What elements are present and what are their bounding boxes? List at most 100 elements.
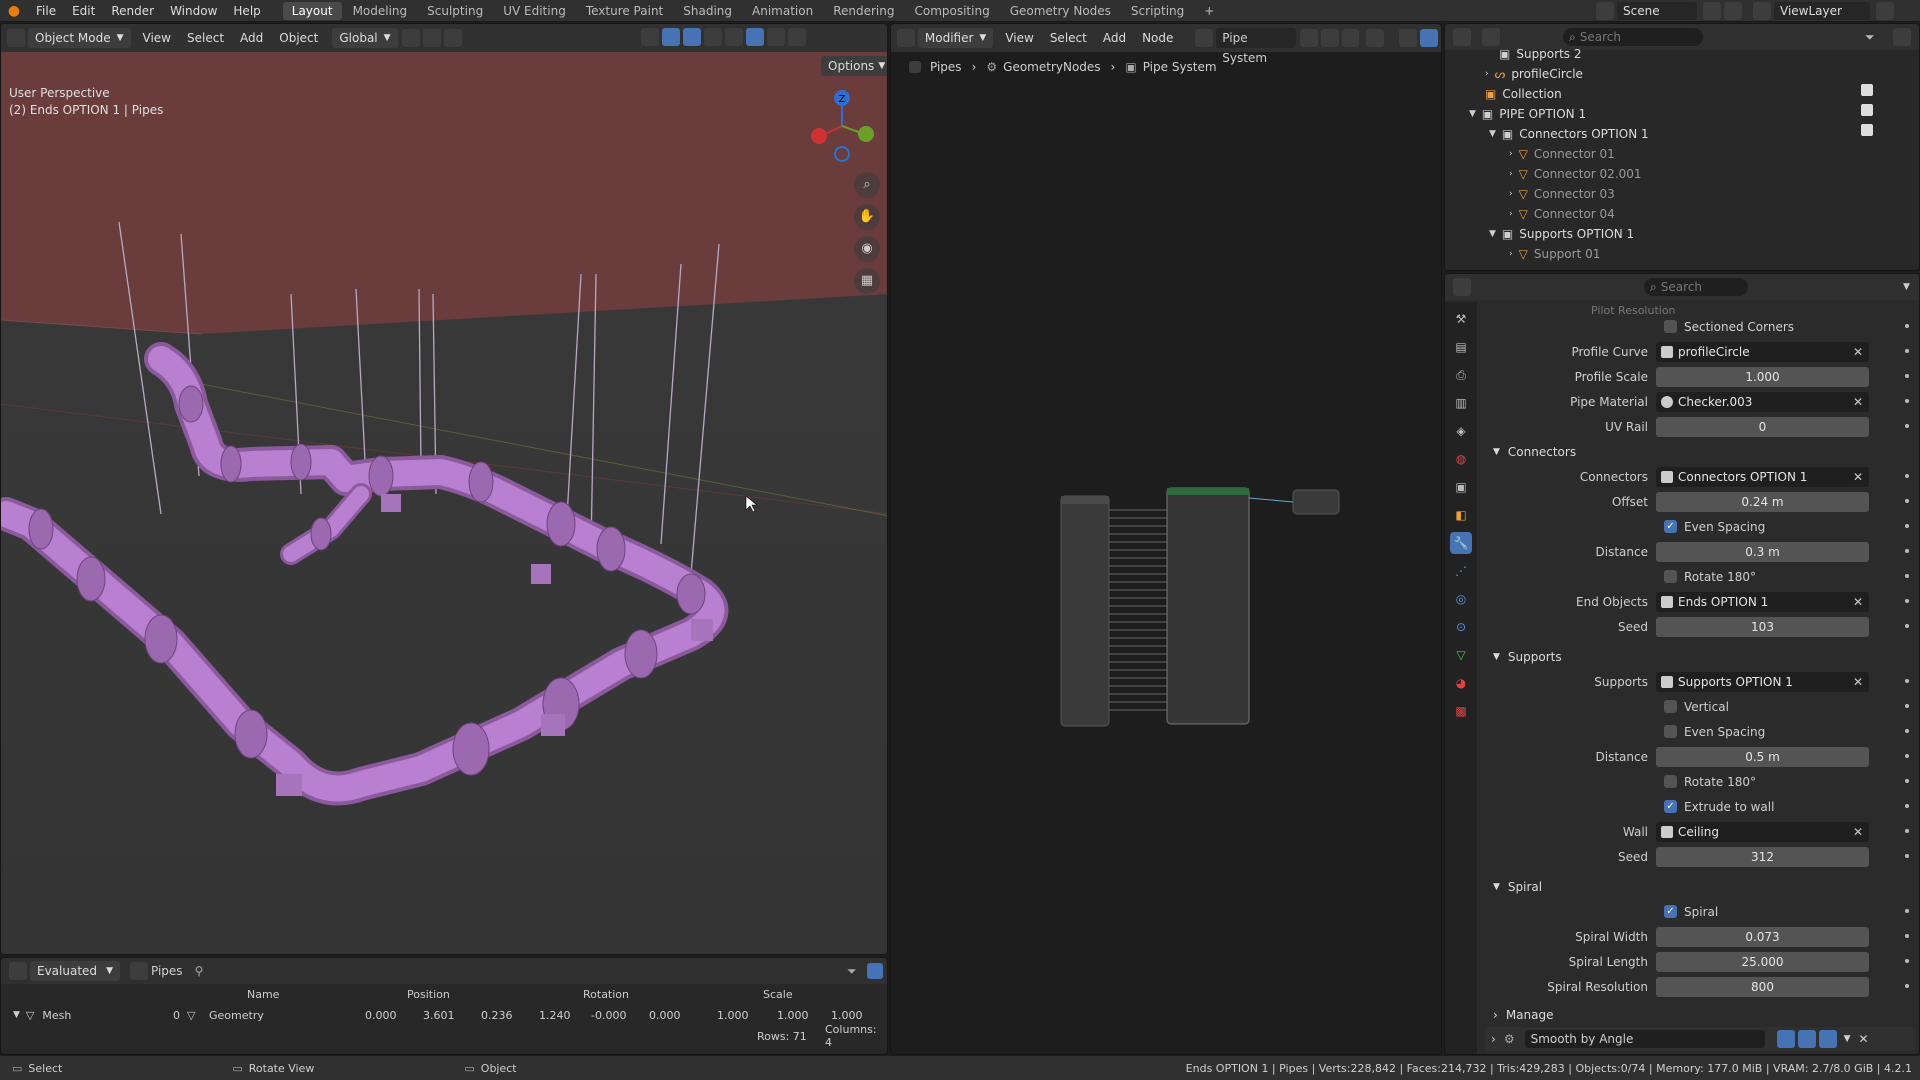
spiral-checkbox[interactable]: ✓ — [1664, 905, 1677, 918]
menu-render[interactable]: Render — [103, 0, 162, 22]
delete-scene-icon[interactable] — [1724, 2, 1742, 20]
edit-mode-icon[interactable] — [1776, 1030, 1795, 1048]
connector-rotate-row[interactable]: Rotate 180° — [1481, 564, 1919, 589]
scene-icon[interactable] — [1596, 2, 1614, 20]
keyframe-dot-icon[interactable] — [1905, 524, 1909, 528]
pivot-icon[interactable] — [401, 29, 420, 47]
editor-type-icon[interactable] — [7, 29, 25, 47]
data-tab-icon[interactable]: ▽ — [1450, 644, 1472, 666]
node-menu-select[interactable]: Select — [1042, 31, 1095, 45]
tree-mesh-label[interactable]: Mesh — [42, 1009, 71, 1022]
new-scene-icon[interactable] — [1703, 2, 1721, 20]
pan-hand-icon[interactable]: ✋ — [854, 204, 880, 230]
tab-rendering[interactable]: Rendering — [824, 2, 903, 20]
spreadsheet-object[interactable]: Pipes — [151, 964, 183, 978]
wireframe-shading-icon[interactable] — [725, 28, 743, 46]
vertical-row[interactable]: Vertical — [1481, 694, 1919, 719]
support-even-spacing-row[interactable]: Even Spacing — [1481, 719, 1919, 744]
keyframe-dot-icon[interactable] — [1905, 754, 1909, 758]
scene-name[interactable]: Scene — [1617, 2, 1697, 20]
tab-texture-paint[interactable]: Texture Paint — [577, 2, 672, 20]
uv-rail-field[interactable]: 0 — [1656, 416, 1869, 437]
close-icon[interactable]: ✕ — [1859, 1032, 1869, 1046]
clear-icon[interactable]: ✕ — [1853, 822, 1863, 842]
spiral-panel-header[interactable]: ▼ Spiral — [1481, 874, 1919, 899]
gizmo-y-axis[interactable] — [858, 126, 874, 142]
node-tree-name[interactable]: Pipe System — [1216, 28, 1296, 65]
supports-panel-header[interactable]: ▼ Supports — [1481, 644, 1919, 669]
sectioned-corners-checkbox[interactable] — [1664, 320, 1677, 333]
tab-scripting[interactable]: Scripting — [1122, 2, 1193, 20]
world-tab-icon[interactable]: ◍ — [1450, 448, 1472, 470]
scene-tab-icon[interactable]: ◈ — [1450, 420, 1472, 442]
outliner-row[interactable]: › ᔕ profileCircle — [1445, 64, 1919, 84]
manage-panel-header[interactable]: › Manage — [1481, 1002, 1919, 1027]
support-distance-field[interactable]: 0.5 m — [1656, 746, 1869, 767]
profile-scale-field[interactable]: 1.000 — [1656, 366, 1869, 387]
spiral-length-field[interactable]: 25.000 — [1656, 951, 1869, 972]
xray-icon[interactable] — [704, 28, 722, 46]
even-spacing-checkbox[interactable]: ✓ — [1664, 520, 1677, 533]
chevron-down-icon[interactable]: ▼ — [1844, 1034, 1851, 1044]
clear-icon[interactable]: ✕ — [1853, 342, 1863, 362]
keyframe-dot-icon[interactable] — [1905, 349, 1909, 353]
keyframe-dot-icon[interactable] — [1905, 729, 1909, 733]
blender-logo-icon[interactable]: ● — [0, 3, 28, 19]
viewport-menu-view[interactable]: View — [135, 31, 179, 45]
breadcrumb-geometry-nodes[interactable]: GeometryNodes — [1003, 60, 1100, 74]
modifier-tab-icon[interactable]: 🔧 — [1450, 532, 1472, 554]
zoom-icon[interactable]: ⌕ — [854, 172, 880, 198]
gizmo-x-axis[interactable] — [811, 128, 827, 144]
keyframe-dot-icon[interactable] — [1905, 959, 1909, 963]
new-view-layer-icon[interactable] — [1876, 2, 1894, 20]
visibility-icon[interactable] — [641, 28, 659, 46]
profile-curve-field[interactable]: profileCircle ✕ — [1656, 341, 1869, 362]
connectors-panel-header[interactable]: ▼ Connectors — [1481, 439, 1919, 464]
spiral-resolution-field[interactable]: 800 — [1656, 976, 1869, 997]
rendered-shading-icon[interactable] — [788, 28, 806, 46]
render-display-icon[interactable] — [1818, 1030, 1837, 1048]
material-shading-icon[interactable] — [767, 28, 785, 46]
node-menu-add[interactable]: Add — [1095, 31, 1134, 45]
checkbox-icon[interactable] — [1861, 124, 1873, 136]
outliner-row[interactable]: › ▽ Support 01 — [1445, 244, 1919, 264]
spiral-width-field[interactable]: 0.073 — [1656, 926, 1869, 947]
constraints-tab-icon[interactable]: ⊙ — [1450, 616, 1472, 638]
parent-tree-icon[interactable] — [1399, 29, 1418, 47]
clear-icon[interactable]: ✕ — [1853, 467, 1863, 487]
physics-tab-icon[interactable]: ◎ — [1450, 588, 1472, 610]
node-tree-icon[interactable] — [1195, 29, 1214, 47]
connector-rotate-checkbox[interactable] — [1664, 570, 1677, 583]
checkbox-icon[interactable] — [1861, 84, 1873, 96]
pin-node-icon[interactable] — [1366, 29, 1385, 47]
outliner-row[interactable]: ▼ ▣ PIPE OPTION 1 — [1445, 104, 1919, 124]
3d-viewport[interactable]: Object Mode ▼ View Select Add Object Glo… — [0, 23, 888, 955]
menu-help[interactable]: Help — [225, 0, 268, 22]
tab-uv-editing[interactable]: UV Editing — [494, 2, 575, 20]
offset-field[interactable]: 0.24 m — [1656, 491, 1869, 512]
connector-distance-field[interactable]: 0.3 m — [1656, 541, 1869, 562]
keyframe-dot-icon[interactable] — [1905, 934, 1909, 938]
fake-user-icon[interactable] — [1299, 29, 1318, 47]
texture-tab-icon[interactable]: ▩ — [1450, 700, 1472, 722]
outliner-row[interactable]: ▼ ▣ Connectors OPTION 1 — [1445, 124, 1919, 144]
keyframe-dot-icon[interactable] — [1905, 804, 1909, 808]
viewport-menu-add[interactable]: Add — [232, 31, 271, 45]
modifier-dropdown[interactable]: Modifier ▼ — [917, 28, 994, 48]
keyframe-dot-icon[interactable] — [1905, 704, 1909, 708]
extrude-row[interactable]: ✓ Extrude to wall — [1481, 794, 1919, 819]
support-rotate-row[interactable]: Rotate 180° — [1481, 769, 1919, 794]
camera-icon[interactable]: ◉ — [854, 236, 880, 262]
viewport-menu-object[interactable]: Object — [271, 31, 326, 45]
connectors-field[interactable]: Connectors OPTION 1 ✕ — [1656, 466, 1869, 487]
keyframe-dot-icon[interactable] — [1905, 854, 1909, 858]
smooth-by-angle-name[interactable]: Smooth by Angle — [1524, 1030, 1765, 1048]
close-icon[interactable] — [1341, 29, 1360, 47]
clear-icon[interactable]: ✕ — [1853, 392, 1863, 412]
tab-compositing[interactable]: Compositing — [905, 2, 998, 20]
keyframe-dot-icon[interactable] — [1905, 424, 1909, 428]
clear-icon[interactable]: ✕ — [1853, 672, 1863, 692]
options-dropdown[interactable]: Options ▼ — [821, 56, 887, 76]
outliner-row[interactable]: ▼ ▣ Supports OPTION 1 — [1445, 224, 1919, 244]
properties-search[interactable]: ⌕ Search — [1644, 278, 1748, 296]
